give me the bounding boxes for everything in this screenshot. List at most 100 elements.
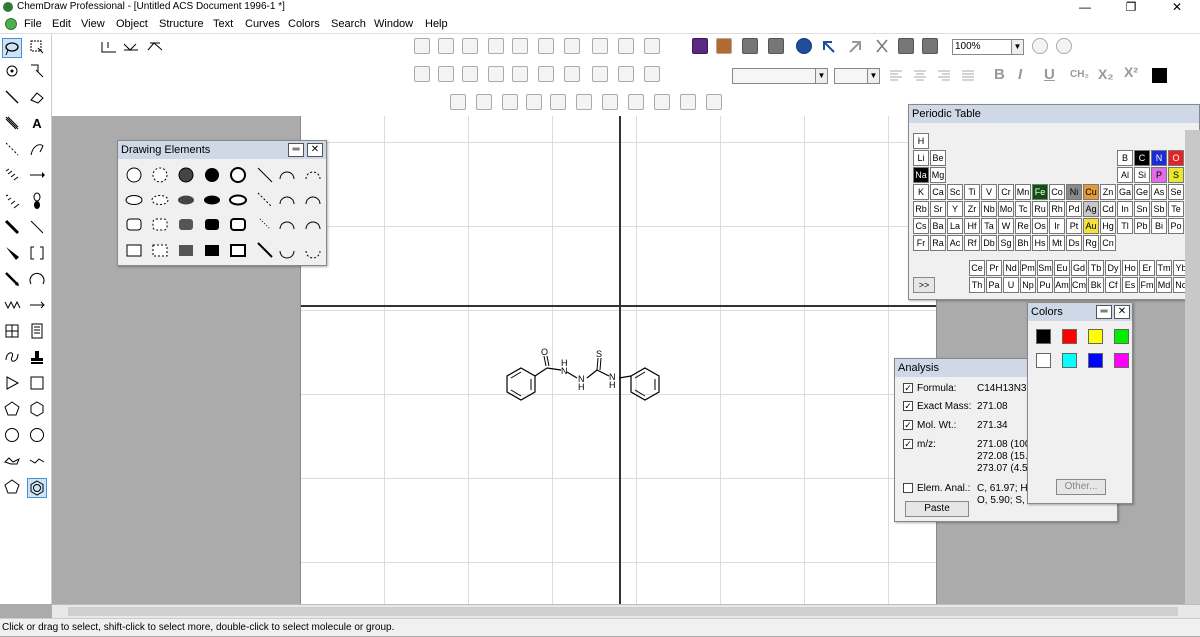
template-tool-icon[interactable] [2, 348, 22, 368]
element-sn[interactable]: Sn [1134, 201, 1150, 217]
element-am[interactable]: Am [1054, 277, 1070, 293]
stamp-tool-icon[interactable] [27, 348, 47, 368]
element-ir[interactable]: Ir [1049, 218, 1065, 234]
element-pa[interactable]: Pa [986, 277, 1002, 293]
menu-object[interactable]: Object [116, 14, 148, 34]
element-fe[interactable]: Fe [1032, 184, 1048, 200]
element-p[interactable]: P [1151, 167, 1167, 183]
text-color-swatch[interactable] [1152, 68, 1167, 83]
font-size-select[interactable]: ▼ [834, 68, 880, 84]
formula-button[interactable]: CH₂ [1070, 69, 1089, 80]
align-text-left-icon[interactable] [888, 68, 904, 84]
element-ac[interactable]: Ac [947, 235, 963, 251]
element-ba[interactable]: Ba [930, 218, 946, 234]
element-sr[interactable]: Sr [930, 201, 946, 217]
element-tb[interactable]: Tb [1088, 260, 1104, 276]
drawing-elements-grid[interactable] [122, 163, 324, 263]
structure-to-name-icon[interactable] [462, 66, 478, 82]
scrollbar-thumb[interactable] [68, 607, 1178, 616]
color-swatch[interactable] [1114, 353, 1129, 368]
element-la[interactable]: La [947, 218, 963, 234]
element-bh[interactable]: Bh [1015, 235, 1031, 251]
element-cf[interactable]: Cf [1105, 277, 1121, 293]
element-gd[interactable]: Gd [1071, 260, 1087, 276]
color-swatch[interactable] [1036, 353, 1051, 368]
cyclohexane-chair-tool-icon[interactable] [2, 452, 22, 472]
analysis-checkbox[interactable]: ✓ [903, 420, 913, 431]
pen-tool-icon[interactable] [27, 140, 47, 160]
align-left-icon[interactable] [414, 38, 430, 54]
new-document-icon[interactable] [692, 38, 708, 54]
contract-label-icon[interactable] [538, 66, 554, 82]
periodic-table-expand-button[interactable]: >> [913, 277, 935, 293]
element-fr[interactable]: Fr [913, 235, 929, 251]
menu-curves[interactable]: Curves [245, 14, 280, 34]
multiple-bond-tool-icon[interactable] [2, 114, 22, 134]
color-swatch[interactable] [1062, 329, 1077, 344]
element-eu[interactable]: Eu [1054, 260, 1070, 276]
element-n[interactable]: N [1151, 150, 1167, 166]
table-tool-icon[interactable] [2, 322, 22, 342]
reaxys-icon[interactable] [680, 94, 696, 110]
scifinder-icon[interactable] [706, 94, 722, 110]
element-ag[interactable]: Ag [1083, 201, 1099, 217]
italic-button[interactable]: I [1018, 66, 1022, 83]
element-cs[interactable]: Cs [913, 218, 929, 234]
font-select[interactable]: ▼ [732, 68, 828, 84]
element-po[interactable]: Po [1168, 218, 1184, 234]
justify-text-icon[interactable] [960, 68, 976, 84]
analysis-checkbox[interactable]: ✓ [903, 401, 913, 412]
wedge-bond-tool-icon[interactable] [27, 218, 47, 238]
element-cn[interactable]: Cn [1100, 235, 1116, 251]
show-stereo-icon[interactable] [414, 66, 430, 82]
wavy-bond-tool-icon[interactable] [2, 270, 22, 290]
element-w[interactable]: W [998, 218, 1014, 234]
analysis-checkbox[interactable] [903, 483, 913, 494]
element-u[interactable]: U [1003, 277, 1019, 293]
element-si[interactable]: Si [1134, 167, 1150, 183]
element-zr[interactable]: Zr [964, 201, 980, 217]
element-ta[interactable]: Ta [981, 218, 997, 234]
element-tm[interactable]: Tm [1156, 260, 1172, 276]
element-md[interactable]: Md [1156, 277, 1172, 293]
element-cm[interactable]: Cm [1071, 277, 1087, 293]
menu-text[interactable]: Text [213, 14, 233, 34]
stoichiometry-icon[interactable] [576, 94, 592, 110]
maximize-button[interactable]: ❐ [1108, 0, 1154, 14]
element-sg[interactable]: Sg [998, 235, 1014, 251]
mapping-tool-icon[interactable] [27, 296, 47, 316]
menu-edit[interactable]: Edit [52, 14, 71, 34]
heptagon-ring-tool-icon[interactable] [2, 426, 22, 446]
element-be[interactable]: Be [930, 150, 946, 166]
paste-icon[interactable] [922, 38, 938, 54]
group-icon[interactable] [538, 38, 554, 54]
name-to-struct-icon[interactable] [476, 94, 492, 110]
document-icon[interactable] [5, 18, 17, 30]
arc-tool-icon[interactable] [27, 270, 47, 290]
element-ce[interactable]: Ce [969, 260, 985, 276]
element-pd[interactable]: Pd [1066, 201, 1082, 217]
menu-help[interactable]: Help [425, 14, 448, 34]
element-mg[interactable]: Mg [930, 167, 946, 183]
element-ca[interactable]: Ca [930, 184, 946, 200]
wedged-bond-tool-icon[interactable] [2, 244, 22, 264]
element-as[interactable]: As [1151, 184, 1167, 200]
menu-colors[interactable]: Colors [288, 14, 320, 34]
copy-icon[interactable] [898, 38, 914, 54]
element-ni[interactable]: Ni [1066, 184, 1082, 200]
open-document-icon[interactable] [716, 38, 732, 54]
color-swatch[interactable] [1036, 329, 1051, 344]
h-nmr-icon[interactable] [502, 94, 518, 110]
element-pt[interactable]: Pt [1066, 218, 1082, 234]
element-dy[interactable]: Dy [1105, 260, 1121, 276]
element-al[interactable]: Al [1117, 167, 1133, 183]
element-db[interactable]: Db [981, 235, 997, 251]
element-ge[interactable]: Ge [1134, 184, 1150, 200]
expand-label-icon[interactable] [512, 66, 528, 82]
cyclohexane-chair2-tool-icon[interactable] [27, 452, 47, 472]
bond-length-icon[interactable] [100, 40, 116, 56]
element-sm[interactable]: Sm [1037, 260, 1053, 276]
send-back-icon[interactable] [512, 38, 528, 54]
element-ds[interactable]: Ds [1066, 235, 1082, 251]
help-icon[interactable] [796, 38, 812, 54]
